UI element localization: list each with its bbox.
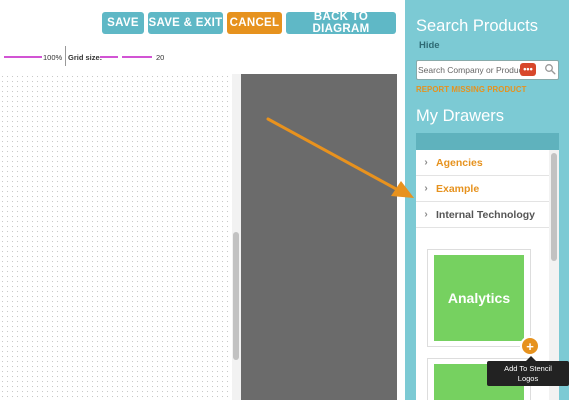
drawer-item-label: Example [436, 182, 480, 195]
stencil-canvas[interactable] [0, 74, 232, 400]
add-to-stencil-tooltip: Add To Stencil Logos [487, 361, 569, 386]
drawers-scroll-thumb[interactable] [551, 153, 557, 261]
drawer-item-internal-technology[interactable]: › Internal Technology [416, 202, 549, 228]
hide-link[interactable]: Hide [419, 40, 440, 51]
back-to-diagram-button[interactable]: BACK TO DIAGRAM [286, 11, 396, 35]
product-card-label: Analytics [447, 290, 511, 306]
drawer-item-example[interactable]: › Example [416, 176, 549, 202]
grid-size-label: Grid size: [68, 53, 103, 62]
tooltip-line: Logos [517, 373, 539, 383]
toolbar-divider [65, 46, 66, 66]
product-logo-analytics[interactable]: Analytics [434, 255, 524, 341]
panel-gap [397, 0, 405, 400]
grid-size-slider-right[interactable] [122, 56, 152, 58]
stencil-preview-area [241, 74, 397, 400]
chevron-right-icon: › [424, 157, 428, 168]
add-to-stencil-button[interactable]: + [520, 336, 540, 356]
save-exit-button[interactable]: SAVE & EXIT [148, 12, 223, 34]
search-products-title: Search Products [416, 17, 538, 35]
zoom-value: 100% [43, 53, 63, 62]
password-manager-icon[interactable]: ••• [520, 63, 536, 76]
cancel-button[interactable]: CANCEL [227, 12, 282, 34]
drawer-item-label: Agencies [436, 156, 483, 169]
drawer-item-agencies[interactable]: › Agencies [416, 150, 549, 176]
chevron-right-icon: › [424, 183, 428, 194]
grid-size-value: 20 [156, 53, 165, 62]
report-missing-product-link[interactable]: REPORT MISSING PRODUCT [416, 85, 527, 94]
tooltip-line: Add To Stencil [504, 364, 552, 374]
save-button[interactable]: SAVE [102, 12, 144, 34]
search-icon[interactable] [544, 63, 556, 75]
drawer-item-label: Internal Technology [436, 208, 535, 221]
my-drawers-title: My Drawers [416, 107, 505, 125]
zoom-slider[interactable] [4, 56, 42, 58]
chevron-right-icon: › [424, 209, 428, 220]
app-root: SAVE SAVE & EXIT CANCEL BACK TO DIAGRAM … [0, 0, 569, 400]
search-input[interactable] [418, 62, 536, 78]
grid-size-slider-left[interactable] [100, 56, 118, 58]
canvas-scroll-thumb[interactable] [233, 232, 239, 360]
